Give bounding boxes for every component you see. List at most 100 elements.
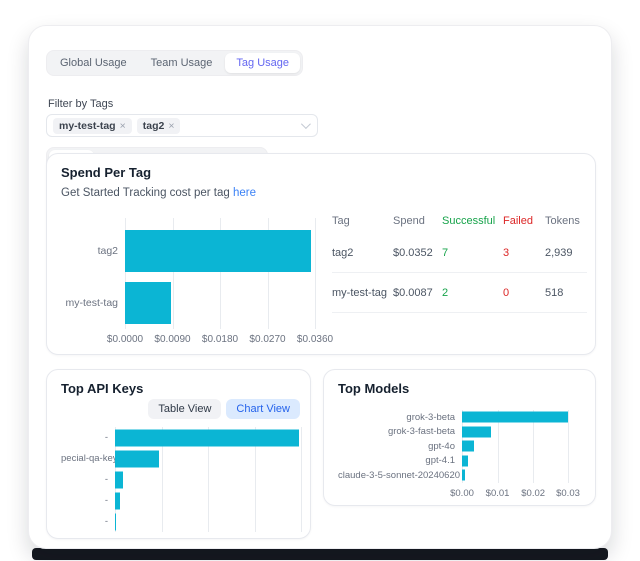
gridline — [315, 218, 316, 329]
x-tick-label: $0.0270 — [249, 334, 285, 345]
remove-tag-icon[interactable]: × — [120, 120, 126, 132]
chart-row: gpt-4.1 — [338, 454, 568, 469]
filter-by-tags-label: Filter by Tags — [48, 98, 113, 110]
chart-track — [462, 468, 568, 483]
cell-failed: 0 — [503, 287, 545, 299]
chart-row: grok-3-beta — [338, 410, 568, 425]
table-row: tag2 $0.0352 7 3 2,939 — [332, 233, 587, 273]
table-header-row: Tag Spend Successful Failed Tokens — [332, 209, 587, 233]
chart-bar — [115, 471, 123, 488]
cell-failed: 3 — [503, 247, 545, 259]
x-tick-label: $0.03 — [556, 488, 580, 499]
chart-category-label: grok-3-fast-beta — [338, 426, 462, 437]
spend-table: Tag Spend Successful Failed Tokens tag2 … — [332, 209, 587, 313]
chart-bar — [115, 450, 159, 467]
col-header-tokens: Tokens — [545, 215, 587, 227]
subtitle-text: Get Started Tracking cost per tag — [61, 187, 230, 199]
window-shadow-bar — [32, 548, 608, 560]
top-api-keys-chart: - pecial-qa-key - - - — [61, 427, 301, 532]
here-link[interactable]: here — [233, 187, 256, 199]
chart-bar — [115, 492, 120, 509]
chart-category-label: tag2 — [61, 245, 125, 257]
top-models-chart: grok-3-beta grok-3-fast-beta gpt-4o gpt-4.1… — [338, 410, 568, 502]
x-tick-label: $0.0090 — [154, 334, 190, 345]
col-header-successful: Successful — [442, 215, 503, 227]
remove-tag-icon[interactable]: × — [168, 120, 174, 132]
x-tick-label: $0.0000 — [107, 334, 143, 345]
chevron-down-icon[interactable] — [301, 119, 311, 129]
chart-track — [125, 225, 315, 277]
page: Global Usage Team Usage Tag Usage Filter… — [0, 0, 640, 561]
chart-track — [115, 490, 301, 511]
tab-team-usage[interactable]: Team Usage — [140, 53, 224, 73]
cell-tokens: 2,939 — [545, 247, 587, 259]
x-tick-label: $0.00 — [450, 488, 474, 499]
chart-view-button[interactable]: Chart View — [226, 399, 300, 419]
x-tick-label: $0.01 — [486, 488, 510, 499]
cell-spend: $0.0087 — [393, 287, 442, 299]
spend-per-tag-chart: tag2 my-test-tag $0.0000$0.0090$0.0180$0.… — [61, 218, 315, 348]
table-view-button[interactable]: Table View — [148, 399, 221, 419]
cell-tag: tag2 — [332, 247, 393, 259]
card-title: Spend Per Tag — [61, 165, 151, 180]
chart-bar — [125, 282, 171, 324]
chart-track — [115, 427, 301, 448]
chart-row: - — [61, 511, 301, 532]
chart-bar — [462, 441, 474, 452]
chart-category-label: my-test-tag — [61, 297, 125, 309]
chart-row: gpt-4o — [338, 439, 568, 454]
card-subtitle: Get Started Tracking cost per tag here — [61, 187, 256, 199]
chart-category-label: grok-3-beta — [338, 412, 462, 423]
chart-category-label: - — [61, 495, 115, 506]
chart-track — [462, 439, 568, 454]
chart-row: grok-3-fast-beta — [338, 425, 568, 440]
tab-global-usage[interactable]: Global Usage — [49, 53, 138, 73]
chart-bar — [462, 470, 465, 481]
col-header-spend: Spend — [393, 215, 442, 227]
chart-track — [115, 469, 301, 490]
chart-x-axis: $0.00$0.01$0.02$0.03 — [462, 488, 568, 502]
chart-bar — [462, 455, 468, 466]
cell-tag: my-test-tag — [332, 287, 393, 299]
tag-filter-select[interactable]: my-test-tag × tag2 × — [46, 114, 318, 137]
chart-track — [462, 425, 568, 440]
chart-row: - — [61, 469, 301, 490]
card-title: Top API Keys — [61, 381, 143, 396]
spend-per-tag-card: Spend Per Tag Get Started Tracking cost … — [46, 153, 596, 355]
tag-chip[interactable]: my-test-tag × — [53, 118, 132, 134]
tag-chip-label: my-test-tag — [59, 120, 116, 132]
chart-track — [115, 448, 301, 469]
x-tick-label: $0.0360 — [297, 334, 333, 345]
tag-chip[interactable]: tag2 × — [137, 118, 181, 134]
cell-tokens: 518 — [545, 287, 587, 299]
chart-x-axis: $0.0000$0.0090$0.0180$0.0270$0.0360 — [125, 334, 315, 348]
tab-tag-usage[interactable]: Tag Usage — [225, 53, 300, 73]
gridline — [568, 410, 569, 483]
cell-spend: $0.0352 — [393, 247, 442, 259]
chart-bar — [462, 412, 568, 423]
chart-category-label: - — [61, 474, 115, 485]
chart-bar — [115, 429, 299, 446]
chart-category-label: - — [61, 432, 115, 443]
app-window: Global Usage Team Usage Tag Usage Filter… — [28, 25, 612, 549]
gridline — [301, 427, 302, 532]
chart-bar — [115, 513, 116, 530]
chart-bar — [462, 426, 491, 437]
cell-successful: 2 — [442, 287, 503, 299]
tag-chip-label: tag2 — [143, 120, 165, 132]
table-row: my-test-tag $0.0087 2 0 518 — [332, 273, 587, 313]
view-toggle: Table View Chart View — [148, 399, 300, 419]
chart-category-label: - — [61, 516, 115, 527]
chart-category-label: claude-3-5-sonnet-20240620 — [338, 470, 462, 481]
chart-bar — [125, 230, 311, 272]
chart-track — [462, 454, 568, 469]
chart-category-label: gpt-4.1 — [338, 455, 462, 466]
chart-track — [462, 410, 568, 425]
chart-row: my-test-tag — [61, 277, 315, 329]
chart-track — [115, 511, 301, 532]
top-api-keys-card: Top API Keys Table View Chart View - peci… — [46, 369, 311, 539]
chart-row: - — [61, 490, 301, 511]
chart-track — [125, 277, 315, 329]
chart-row: pecial-qa-key — [61, 448, 301, 469]
chart-category-label: gpt-4o — [338, 441, 462, 452]
